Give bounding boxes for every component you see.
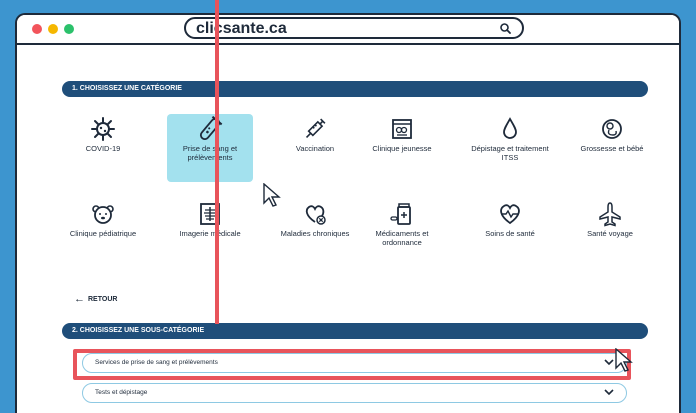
browser-window: clicsante.ca 1. CHOISISSEZ UNE CATÉGORIE	[15, 13, 681, 413]
syringe-icon	[305, 118, 326, 139]
section-title-category: 1. CHOISISSEZ UNE CATÉGORIE	[62, 81, 648, 97]
drop-icon	[503, 117, 517, 139]
airplane-icon	[599, 202, 621, 227]
category-label: Prise de sang et prélèvements	[182, 144, 238, 162]
address-bar[interactable]: clicsante.ca	[184, 17, 524, 39]
category-label: Soins de santé	[485, 229, 535, 238]
category-label: Dépistage et traitement ITSS	[471, 144, 549, 162]
annotation-line	[215, 0, 219, 324]
category-grossesse-bebe[interactable]: Grossesse et bébé	[562, 114, 662, 182]
arrow-left-icon: ←	[74, 293, 85, 305]
highlight-annotation	[73, 349, 631, 380]
virus-icon	[91, 117, 115, 141]
category-depistage-itss[interactable]: Dépistage et traitement ITSS	[467, 114, 553, 182]
search-icon[interactable]	[499, 22, 512, 35]
category-label: Clinique jeunesse	[372, 144, 432, 153]
category-label: Clinique pédiatrique	[69, 229, 137, 238]
category-clinique-pediatrique[interactable]: Clinique pédiatrique	[60, 199, 146, 267]
minimize-window-button[interactable]	[48, 24, 58, 34]
category-label: Médicaments et ordonnance	[375, 229, 429, 247]
category-label: Santé voyage	[587, 229, 633, 238]
title-bar: clicsante.ca	[17, 15, 679, 45]
category-medicaments-ordonnance[interactable]: Médicaments et ordonnance	[352, 199, 452, 267]
back-label: RETOUR	[88, 296, 118, 303]
mouse-pointer-icon	[263, 183, 281, 207]
dropdown-label: Tests et dépistage	[95, 389, 148, 396]
teddy-bear-icon	[92, 205, 114, 224]
category-soins-de-sante[interactable]: Soins de santé	[467, 199, 553, 267]
category-label: Maladies chroniques	[280, 229, 350, 238]
category-vaccination[interactable]: Vaccination	[272, 114, 358, 182]
test-tube-icon	[199, 116, 223, 141]
youth-clinic-icon	[392, 119, 412, 139]
category-prise-de-sang[interactable]: Prise de sang et prélèvements	[167, 114, 253, 182]
mouse-pointer-icon	[615, 348, 633, 372]
category-covid19[interactable]: COVID-19	[60, 114, 146, 182]
category-label: Vaccination	[295, 144, 335, 153]
maximize-window-button[interactable]	[64, 24, 74, 34]
category-label: Grossesse et bébé	[580, 144, 644, 153]
page-content: 1. CHOISISSEZ UNE CATÉGORIE COVID-19 Pri…	[17, 47, 679, 413]
category-sante-voyage[interactable]: Santé voyage	[567, 199, 653, 267]
category-maladies-chroniques[interactable]: Maladies chroniques	[272, 199, 358, 267]
category-label: COVID-19	[85, 144, 121, 153]
section-title-subcategory: 2. CHOISISSEZ UNE SOUS-CATÉGORIE	[62, 323, 648, 339]
fetus-icon	[602, 119, 622, 139]
category-clinique-jeunesse[interactable]: Clinique jeunesse	[347, 114, 457, 182]
close-window-button[interactable]	[32, 24, 42, 34]
heart-x-icon	[305, 205, 326, 225]
subcategory-dropdown-tests-depistage[interactable]: Tests et dépistage	[82, 383, 627, 403]
heartbeat-icon	[500, 204, 520, 225]
url-text: clicsante.ca	[196, 20, 287, 37]
xray-icon	[200, 203, 220, 225]
pill-bottle-icon	[390, 203, 411, 225]
back-button[interactable]: ← RETOUR	[74, 294, 117, 305]
chevron-down-icon	[604, 389, 614, 396]
category-imagerie-medicale[interactable]: Imagerie médicale	[167, 199, 253, 267]
category-label: Imagerie médicale	[179, 229, 241, 238]
